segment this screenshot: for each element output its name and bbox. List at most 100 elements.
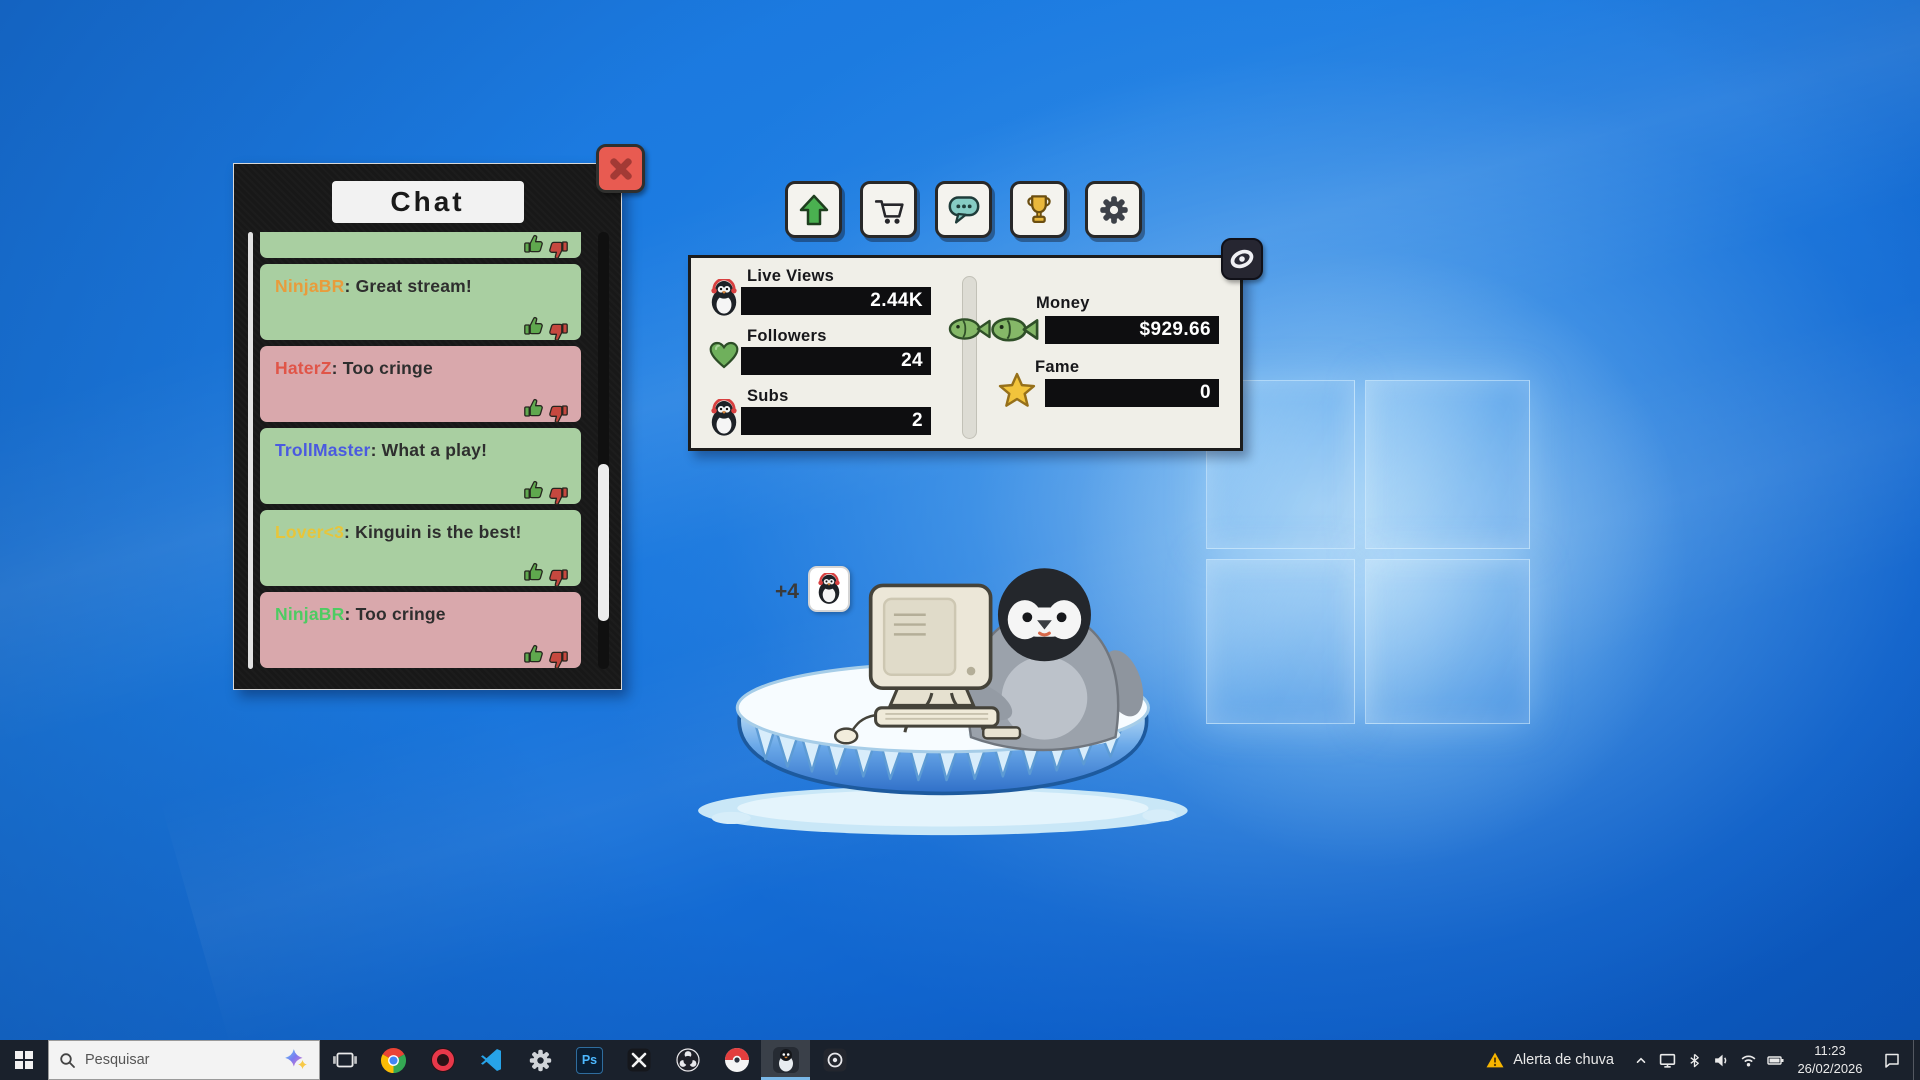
- opera-icon[interactable]: [418, 1040, 467, 1080]
- photoshop-icon[interactable]: Ps: [565, 1040, 614, 1080]
- task-view-button[interactable]: [320, 1040, 369, 1080]
- chat-close-button[interactable]: [596, 144, 645, 193]
- thumbs-down-icon[interactable]: [547, 320, 571, 344]
- chat-message: NinjaBR: Too cringe: [260, 592, 581, 668]
- chat-button[interactable]: [935, 181, 992, 238]
- capture-app-icon[interactable]: [810, 1040, 859, 1080]
- chat-username: Lover<3: [275, 522, 344, 542]
- thumbs-up-icon[interactable]: [521, 232, 545, 256]
- thumbs-down-icon[interactable]: [547, 484, 571, 508]
- copilot-sparkle-icon[interactable]: [283, 1047, 309, 1073]
- desktop: Live Views 2.44K Followers 24 Subs 2 Mon…: [0, 0, 1920, 1080]
- penguin-icon: [707, 399, 741, 437]
- show-desktop-button[interactable]: [1913, 1040, 1920, 1080]
- gear-app-icon[interactable]: [516, 1040, 565, 1080]
- chevron-up-icon: [1634, 1053, 1648, 1067]
- task-view-icon: [332, 1047, 358, 1073]
- warning-icon: [1485, 1051, 1505, 1069]
- thumbs-down-icon[interactable]: [547, 566, 571, 590]
- chat-separator: :: [344, 522, 355, 542]
- live-views-label: Live Views: [747, 267, 834, 286]
- penguin-icon: [815, 573, 843, 605]
- settings-button[interactable]: [1085, 181, 1142, 238]
- thumbs-down-icon[interactable]: [547, 238, 571, 262]
- chat-scrollbar[interactable]: [598, 232, 609, 669]
- x-app-icon[interactable]: [614, 1040, 663, 1080]
- heart-icon: [708, 339, 740, 371]
- tray-icons: [1654, 1040, 1789, 1080]
- start-button[interactable]: [0, 1040, 48, 1080]
- thumbs-up-icon[interactable]: [521, 396, 545, 420]
- cart-icon: [873, 194, 905, 226]
- fame-value: 0: [1045, 379, 1219, 407]
- taskbar-clock[interactable]: 11:23 26/02/2026: [1789, 1040, 1871, 1080]
- viewer-gain-badge: [808, 566, 850, 612]
- chat-vote-buttons: [521, 642, 571, 666]
- chat-vote-buttons: [521, 478, 571, 502]
- chat-message-text: Great stream!: [356, 276, 472, 296]
- viewer-gain-value: +4: [775, 580, 799, 604]
- chat-message: HaterZ: Too cringe: [260, 346, 581, 422]
- chat-left-rail: [248, 232, 253, 669]
- computer[interactable]: [835, 585, 1020, 743]
- live-views-value: 2.44K: [741, 287, 931, 315]
- chat-message: TrollMaster: What a play!: [260, 428, 581, 504]
- clock-date: 26/02/2026: [1797, 1060, 1862, 1078]
- search-input[interactable]: [85, 1052, 274, 1068]
- red-circle-app-icon[interactable]: [712, 1040, 761, 1080]
- thumbs-down-icon[interactable]: [547, 648, 571, 669]
- followers-value: 24: [741, 347, 931, 375]
- chat-separator: :: [344, 276, 355, 296]
- penguin-stream-scene: [692, 551, 1206, 845]
- volume-tray-icon[interactable]: [1708, 1040, 1735, 1080]
- windows-logo-pane: [1365, 559, 1530, 724]
- galaxy-sticker-button[interactable]: [1221, 238, 1263, 280]
- obs-icon[interactable]: [663, 1040, 712, 1080]
- vscode-icon[interactable]: [467, 1040, 516, 1080]
- windows-logo-wallpaper: [1206, 380, 1536, 730]
- taskbar-spacer: [859, 1040, 1471, 1080]
- weather-alert-widget[interactable]: Alerta de chuva: [1471, 1040, 1628, 1080]
- chrome-icon[interactable]: [369, 1040, 418, 1080]
- money-value: $929.66: [1045, 316, 1219, 344]
- taskbar-apps: Ps: [320, 1040, 859, 1080]
- wifi-tray-icon[interactable]: [1735, 1040, 1762, 1080]
- display-tray-icon[interactable]: [1654, 1040, 1681, 1080]
- thumbs-up-icon[interactable]: [521, 314, 545, 338]
- thumbs-up-icon[interactable]: [521, 642, 545, 666]
- chat-username: HaterZ: [275, 358, 332, 378]
- thumbs-down-icon[interactable]: [547, 402, 571, 426]
- system-tray: Alerta de chuva: [1471, 1040, 1920, 1080]
- upgrade-button[interactable]: [785, 181, 842, 238]
- viewer-gain-popup: +4: [775, 566, 850, 612]
- chat-separator: :: [371, 440, 382, 460]
- trophies-button[interactable]: [1010, 181, 1067, 238]
- shop-button[interactable]: [860, 181, 917, 238]
- chat-message: Lover<3: Kinguin is the best!: [260, 510, 581, 586]
- windows-logo-pane: [1365, 380, 1530, 549]
- battery-tray-icon[interactable]: [1762, 1040, 1789, 1080]
- tray-expand-button[interactable]: [1628, 1040, 1654, 1080]
- chat-scrollbar-thumb[interactable]: [598, 464, 609, 621]
- fish-money-icon: [989, 313, 1039, 346]
- penguin-game-icon[interactable]: [761, 1040, 810, 1080]
- stream-stats-panel: Live Views 2.44K Followers 24 Subs 2 Mon…: [688, 255, 1243, 451]
- chat-message-text: Too cringe: [343, 358, 433, 378]
- chat-message-text: What a play!: [382, 440, 487, 460]
- speech-bubble-icon: [947, 194, 981, 226]
- subs-label: Subs: [747, 387, 789, 406]
- chat-username: NinjaBR: [275, 604, 344, 624]
- chat-message-text: Too cringe: [356, 604, 446, 624]
- subs-value: 2: [741, 407, 931, 435]
- thumbs-up-icon[interactable]: [521, 560, 545, 584]
- clock-time: 11:23: [1814, 1042, 1846, 1060]
- photoshop-tile: Ps: [576, 1047, 603, 1074]
- chat-message: NinjaBR: Great stream!: [260, 264, 581, 340]
- thumbs-up-icon[interactable]: [521, 478, 545, 502]
- bluetooth-tray-icon[interactable]: [1681, 1040, 1708, 1080]
- taskbar-search[interactable]: [48, 1040, 320, 1080]
- action-center-button[interactable]: [1871, 1040, 1913, 1080]
- notification-icon: [1883, 1051, 1901, 1069]
- chat-username: TrollMaster: [275, 440, 371, 460]
- chat-separator: :: [344, 604, 355, 624]
